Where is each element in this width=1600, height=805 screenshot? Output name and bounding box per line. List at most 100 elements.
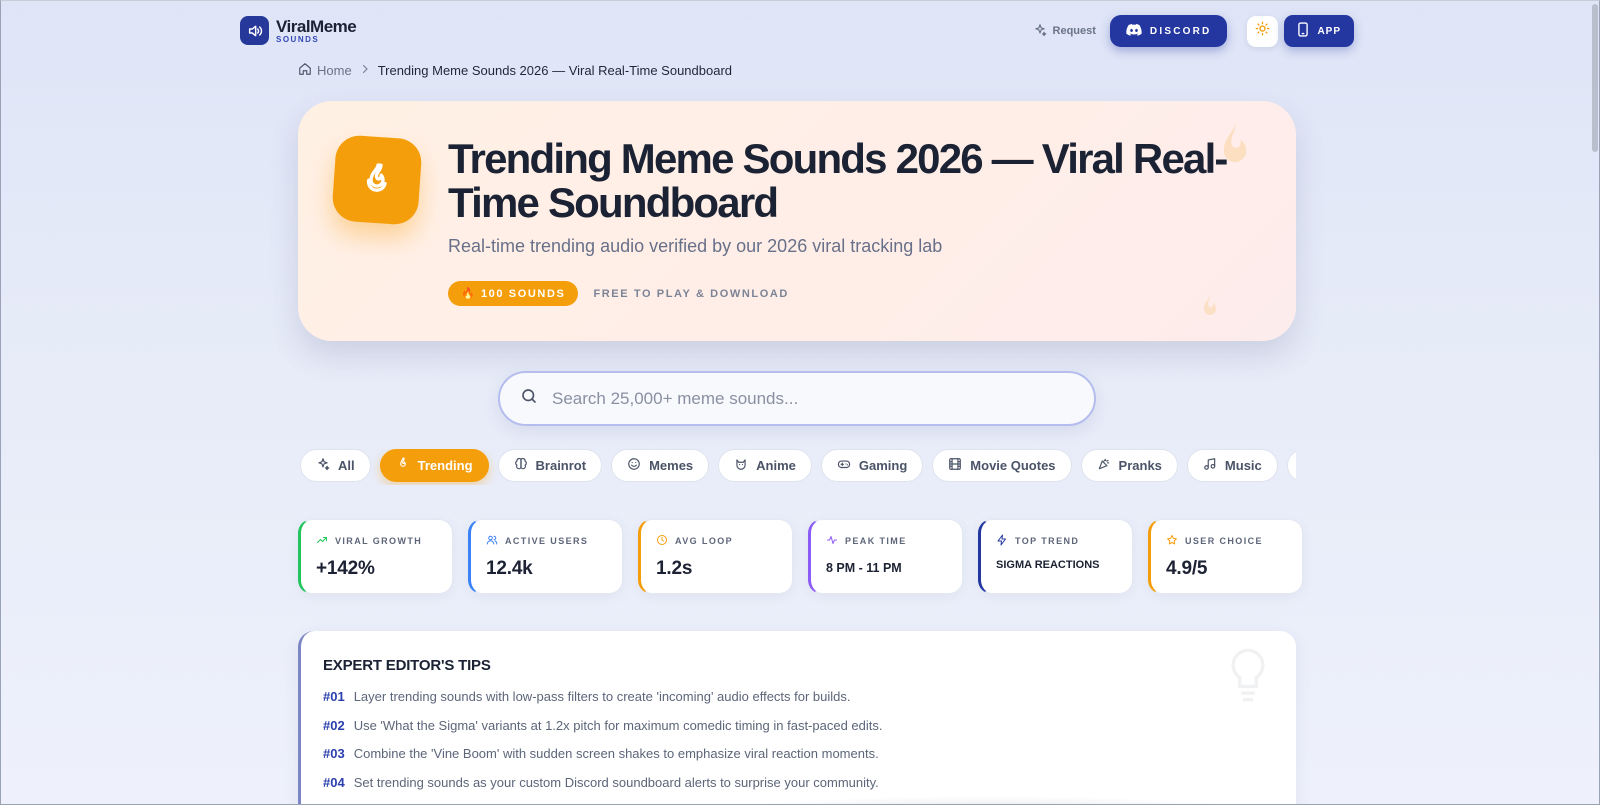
discord-icon bbox=[1126, 23, 1142, 39]
breadcrumb-home[interactable]: Home bbox=[298, 62, 352, 79]
tip-text: Set trending sounds as your custom Disco… bbox=[353, 774, 879, 790]
smile-icon bbox=[627, 457, 641, 474]
theme-toggle-button[interactable] bbox=[1247, 15, 1279, 47]
stat-card-avg-loop: AVG LOOP 1.2s bbox=[638, 519, 793, 594]
category-label: Brainrot bbox=[535, 458, 587, 473]
stat-header: ACTIVE USERS bbox=[486, 534, 622, 548]
tip-item: #02 Use 'What the Sigma' variants at 1.2x… bbox=[323, 718, 1274, 747]
free-label: FREE TO PLAY & DOWNLOAD bbox=[593, 287, 789, 300]
category-chip-po[interactable]: Po bbox=[1286, 449, 1296, 482]
cat-icon bbox=[734, 457, 748, 474]
discord-label: DISCORD bbox=[1149, 25, 1212, 37]
stat-header: AVG LOOP bbox=[656, 534, 792, 548]
request-link[interactable]: Request bbox=[1033, 23, 1096, 40]
stat-card-active-users: ACTIVE USERS 12.4k bbox=[468, 519, 623, 594]
tip-text: Layer trending sounds with low-pass filt… bbox=[353, 689, 851, 704]
category-chip-gaming[interactable]: Gaming bbox=[820, 449, 924, 482]
sound-count-badge: 🔥 100 SOUNDS bbox=[448, 281, 579, 306]
stat-label: USER CHOICE bbox=[1185, 536, 1263, 546]
sun-icon bbox=[1255, 21, 1270, 41]
clock-icon bbox=[656, 534, 668, 548]
category-chip-pranks[interactable]: Pranks bbox=[1080, 449, 1178, 482]
brand-logo[interactable]: ViralMeme SOUNDS bbox=[240, 16, 357, 45]
stat-header: PEAK TIME bbox=[826, 534, 962, 548]
request-label: Request bbox=[1052, 25, 1096, 37]
flame-decoration-small-icon bbox=[1198, 293, 1222, 328]
category-chip-all[interactable]: All bbox=[300, 449, 371, 482]
stat-value: 8 PM - 11 PM bbox=[826, 561, 902, 575]
stat-label: TOP TREND bbox=[1015, 536, 1080, 546]
header-actions: Request DISCORD APP bbox=[1033, 15, 1354, 47]
search-icon bbox=[520, 387, 538, 410]
category-label: Music bbox=[1224, 458, 1262, 473]
category-label: Pranks bbox=[1118, 458, 1162, 473]
party-icon bbox=[1097, 457, 1111, 474]
flame-icon bbox=[396, 457, 410, 474]
trend-up-icon bbox=[316, 534, 328, 548]
category-label: Movie Quotes bbox=[970, 458, 1056, 473]
stat-label: AVG LOOP bbox=[675, 536, 734, 546]
tip-number: #04 bbox=[323, 774, 345, 790]
star-icon bbox=[1166, 534, 1178, 548]
pulse-icon bbox=[826, 534, 838, 548]
hero-badges: 🔥 100 SOUNDS FREE TO PLAY & DOWNLOAD bbox=[448, 281, 789, 306]
stat-value: SIGMA REACTIONS bbox=[996, 559, 1100, 571]
breadcrumb-current: Trending Meme Sounds 2026 — Viral Real-T… bbox=[377, 63, 733, 78]
category-chip-music[interactable]: Music bbox=[1186, 449, 1278, 482]
tips-list: #01 Layer trending sounds with low-pass f… bbox=[323, 689, 1274, 803]
users-icon bbox=[486, 534, 498, 548]
stat-header: VIRAL GROWTH bbox=[316, 534, 452, 548]
speaker-icon bbox=[240, 16, 269, 45]
brand-sub: SOUNDS bbox=[276, 34, 320, 44]
stats-row: VIRAL GROWTH +142% ACTIVE USERS 12.4k AVG LO… bbox=[298, 519, 1303, 594]
category-chip-memes[interactable]: Memes bbox=[611, 449, 710, 482]
tip-item: #01 Layer trending sounds with low-pass f… bbox=[323, 689, 1274, 718]
tip-number: #01 bbox=[323, 689, 345, 704]
page-scrollbar[interactable] bbox=[1592, 4, 1598, 152]
category-filters: All Trending Brainrot Memes Anime Gaming Movie… bbox=[300, 449, 1296, 485]
film-icon bbox=[948, 457, 962, 474]
tip-text: Combine the 'Vine Boom' with sudden scre… bbox=[353, 746, 879, 762]
stat-header: USER CHOICE bbox=[1166, 534, 1302, 548]
app-button[interactable]: APP bbox=[1284, 15, 1354, 47]
discord-button[interactable]: DISCORD bbox=[1109, 15, 1228, 47]
hero-card: Trending Meme Sounds 2026 — Viral Real-T… bbox=[298, 101, 1296, 341]
tip-number: #03 bbox=[323, 746, 345, 762]
brain-icon bbox=[514, 457, 528, 474]
brand-name: ViralMeme bbox=[276, 16, 357, 36]
category-label: Anime bbox=[756, 458, 796, 473]
category-label: Gaming bbox=[858, 458, 908, 473]
stat-card-top-trend: TOP TREND SIGMA REACTIONS bbox=[978, 519, 1133, 594]
stat-label: VIRAL GROWTH bbox=[335, 536, 423, 546]
chevron-right-icon bbox=[359, 63, 371, 78]
category-label: All bbox=[338, 458, 355, 473]
flame-decoration-icon bbox=[1212, 121, 1258, 182]
stat-card-user-choice: USER CHOICE 4.9/5 bbox=[1148, 519, 1303, 594]
music-icon bbox=[1203, 457, 1217, 474]
page-title: Trending Meme Sounds 2026 — Viral Real-T… bbox=[448, 135, 1228, 226]
home-icon bbox=[298, 62, 312, 79]
stat-label: ACTIVE USERS bbox=[505, 536, 589, 546]
tips-title: EXPERT EDITOR'S TIPS bbox=[323, 657, 491, 674]
search-input[interactable] bbox=[552, 388, 1052, 409]
tip-text: Use 'What the Sigma' variants at 1.2x pi… bbox=[353, 717, 883, 733]
sparkles-icon bbox=[316, 457, 330, 474]
smartphone-icon bbox=[1297, 22, 1309, 40]
stat-value: 1.2s bbox=[656, 558, 693, 579]
stat-card-viral-growth: VIRAL GROWTH +142% bbox=[298, 519, 453, 594]
app-label: APP bbox=[1317, 25, 1341, 37]
search-bar bbox=[498, 371, 1096, 426]
category-chip-anime[interactable]: Anime bbox=[718, 449, 812, 482]
category-chip-trending[interactable]: Trending bbox=[379, 449, 489, 482]
sparkles-icon bbox=[1033, 23, 1047, 40]
flame-icon bbox=[331, 134, 423, 226]
page-subtitle: Real-time trending audio verified by our… bbox=[448, 236, 943, 256]
stat-card-peak-time: PEAK TIME 8 PM - 11 PM bbox=[808, 519, 963, 594]
stat-label: PEAK TIME bbox=[845, 536, 907, 546]
category-chip-brainrot[interactable]: Brainrot bbox=[497, 449, 603, 482]
scroll-shadow bbox=[681, 796, 1296, 805]
tip-item: #03 Combine the 'Vine Boom' with sudden s… bbox=[323, 746, 1274, 775]
category-label: Memes bbox=[649, 458, 694, 473]
bolt-icon bbox=[996, 534, 1008, 548]
category-chip-movie-quotes[interactable]: Movie Quotes bbox=[932, 449, 1072, 482]
